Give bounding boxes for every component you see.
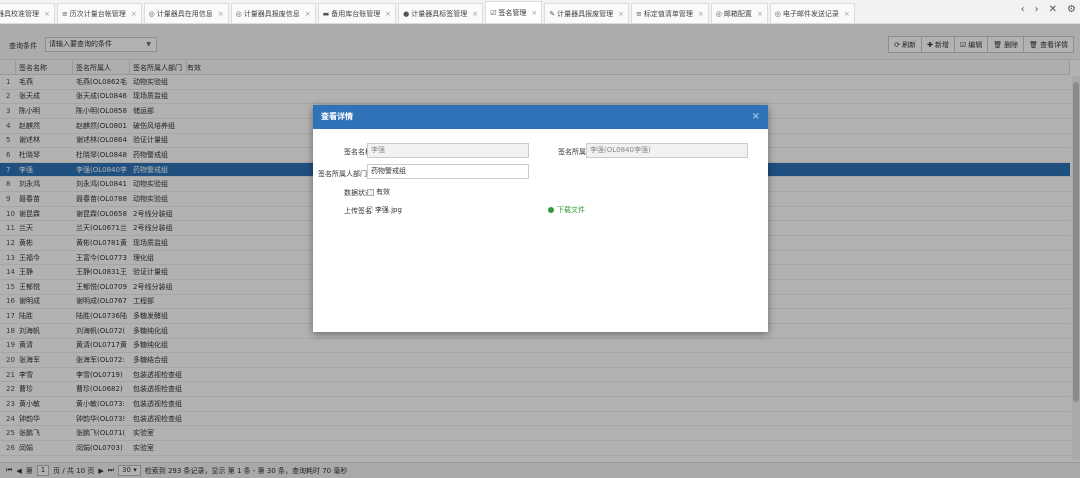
- tab-label: 计量器具在用信息: [156, 9, 213, 18]
- tab-1[interactable]: ≡ 历次计量台帐管理 ×: [56, 3, 142, 23]
- tab-icon: ✎: [549, 9, 556, 18]
- tab-label: 备用库台账管理: [331, 9, 381, 18]
- upload-label: 上传签名: [344, 207, 372, 215]
- tab-label: 标定值清单管理: [643, 9, 693, 18]
- tab-7[interactable]: ✎ 计量器具报废管理 ×: [544, 3, 629, 23]
- dialog-header: 查看详情 ×: [313, 105, 768, 129]
- dialog-title: 查看详情: [321, 112, 353, 121]
- download-label: 下载文件: [557, 206, 585, 214]
- dept-field[interactable]: 药物警戒组: [367, 164, 529, 179]
- tab-10[interactable]: ◎ 电子邮件发送记录 ×: [769, 3, 855, 23]
- owner-field[interactable]: 李强(OL0840李强): [586, 143, 748, 158]
- tab-icon: ◎: [148, 9, 155, 18]
- tab-icon: ◎: [235, 9, 242, 18]
- tab-close-icon[interactable]: ×: [44, 10, 50, 18]
- tab-close-icon[interactable]: ×: [698, 10, 704, 18]
- tab-label: 签名管理: [498, 8, 527, 17]
- tab-close-icon[interactable]: ×: [844, 10, 850, 18]
- dept-label: 签名所属人部门: [318, 170, 367, 178]
- tab-close-icon[interactable]: ×: [218, 10, 224, 18]
- tab-label: 计量器具报废管理: [557, 9, 614, 18]
- tab-icon: ≡: [635, 9, 642, 18]
- tab-9[interactable]: ◎ 邮箱配置 ×: [710, 3, 768, 23]
- file-link[interactable]: 🗋 李强.jpg: [367, 205, 402, 217]
- tab-label: 历次计量台帐管理: [69, 9, 126, 18]
- tab-list: 器具校准管理 × ≡ 历次计量台帐管理 × ◎ 计量器具在用信息 × ◎ 计量器具报废信息 × ▬ 备用…: [0, 0, 1002, 23]
- tab-close-icon[interactable]: ×: [305, 10, 311, 18]
- tab-close-icon[interactable]: ×: [472, 10, 478, 18]
- tab-icon: ◎: [774, 9, 781, 18]
- status-label: 数据状态: [344, 189, 372, 197]
- tab-3[interactable]: ◎ 计量器具报废信息 ×: [230, 3, 316, 23]
- tab-label: 计量器具报废信息: [243, 9, 300, 18]
- tab-icon: ●: [403, 9, 410, 18]
- tab-close-icon[interactable]: ×: [385, 10, 391, 18]
- tab-5[interactable]: ● 计量器具标签管理 ×: [398, 3, 484, 23]
- download-icon: [548, 207, 554, 213]
- tab-label: 器具校准管理: [0, 9, 39, 18]
- settings-icon[interactable]: ⚙: [1067, 4, 1076, 15]
- close-icon[interactable]: ×: [752, 105, 760, 129]
- close-all-tabs-icon[interactable]: ✕: [1049, 4, 1057, 15]
- tab-6[interactable]: ☑ 签名管理 ×: [485, 1, 543, 23]
- download-link[interactable]: 下载文件: [548, 205, 585, 215]
- name-field[interactable]: 李强: [367, 143, 529, 158]
- name-label: 签名名称: [344, 148, 372, 156]
- file-icon: 🗋: [367, 206, 373, 214]
- file-name: 李强.jpg: [374, 206, 402, 214]
- tab-icon: ≡: [61, 9, 68, 18]
- tab-label: 计量器具标签管理: [411, 9, 468, 18]
- tab-icon: ◎: [715, 9, 722, 18]
- tab-close-icon[interactable]: ×: [618, 10, 624, 18]
- tab-prev-icon[interactable]: ‹: [1021, 4, 1025, 15]
- tab-close-icon[interactable]: ×: [757, 10, 763, 18]
- tab-8[interactable]: ≡ 标定值清单管理 ×: [630, 3, 709, 23]
- owner-label: 签名所属人: [558, 148, 593, 156]
- checkbox-icon: [367, 188, 374, 196]
- tab-close-icon[interactable]: ×: [131, 10, 137, 18]
- status-checkbox[interactable]: 有效: [367, 187, 390, 197]
- tab-icon: ☑: [490, 8, 497, 17]
- tab-close-icon[interactable]: ×: [531, 9, 537, 17]
- tab-label: 电子邮件发送记录: [782, 9, 839, 18]
- tab-4[interactable]: ▬ 备用库台账管理 ×: [317, 3, 397, 23]
- tab-icon: ▬: [322, 9, 330, 18]
- tab-2[interactable]: ◎ 计量器具在用信息 ×: [143, 3, 229, 23]
- tab-next-icon[interactable]: ›: [1035, 4, 1039, 15]
- tab-controls: ‹ › ✕ ⚙: [1021, 4, 1076, 15]
- tab-label: 邮箱配置: [723, 9, 752, 18]
- tab-bar: 器具校准管理 × ≡ 历次计量台帐管理 × ◎ 计量器具在用信息 × ◎ 计量器具报废信息 × ▬ 备用…: [0, 0, 1080, 24]
- tab-0[interactable]: 器具校准管理 ×: [0, 3, 55, 23]
- details-dialog: 查看详情 × 签名名称 李强 签名所属人 李强(OL0840李强) 签名所属人部…: [313, 105, 768, 332]
- status-value: 有效: [376, 188, 390, 196]
